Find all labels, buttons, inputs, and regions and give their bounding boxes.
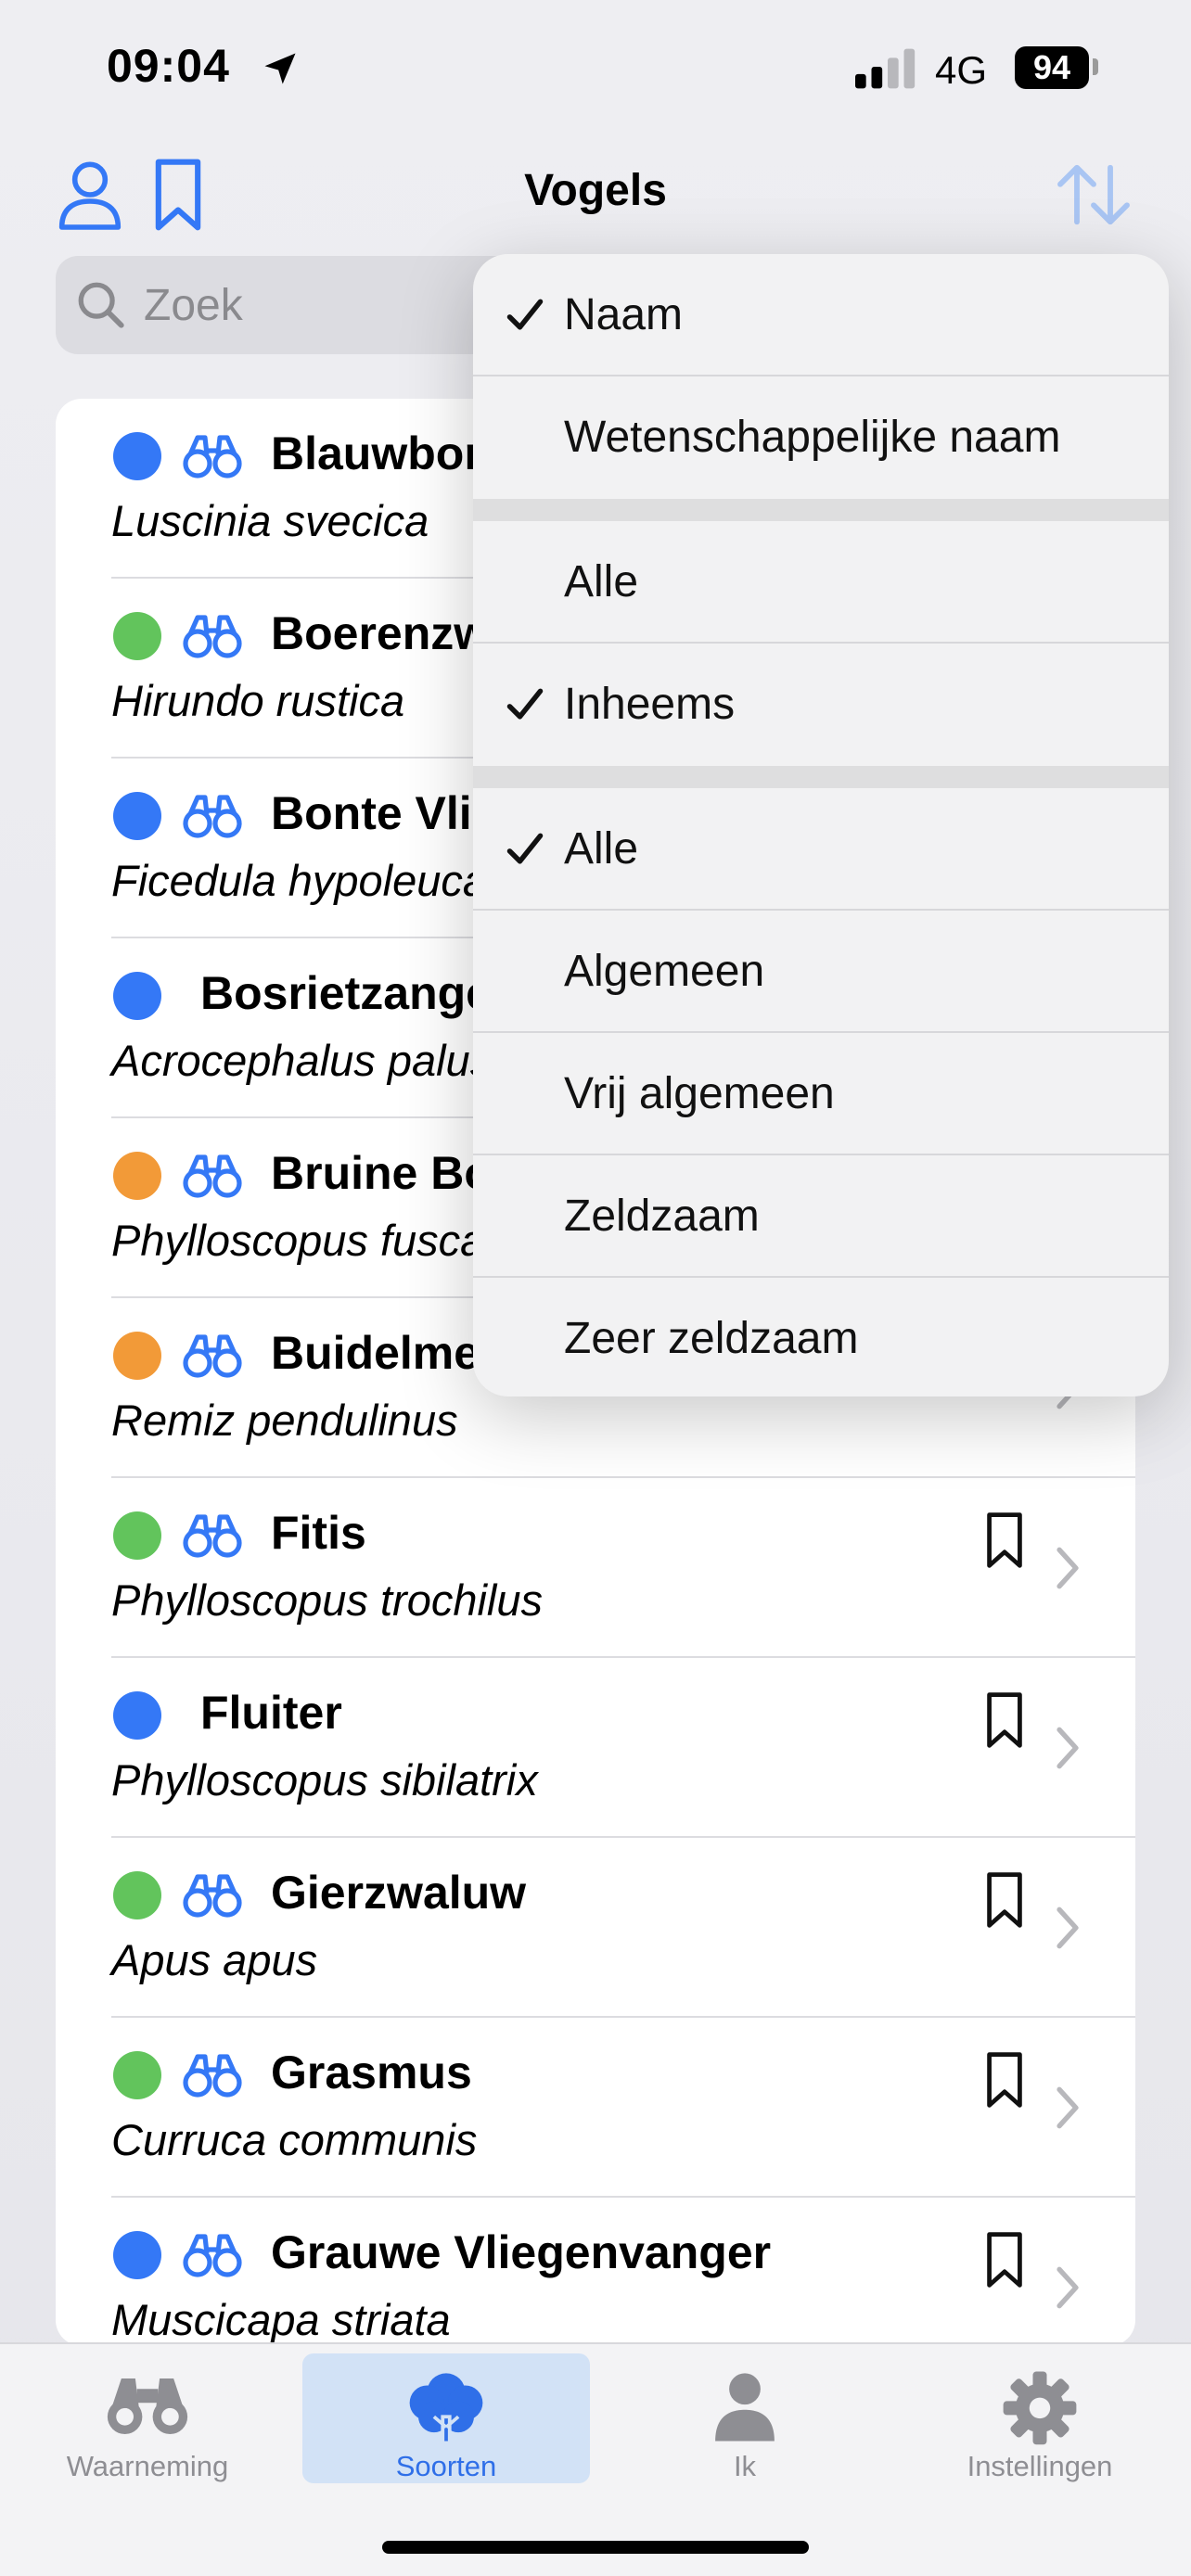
home-indicator (382, 2541, 809, 2554)
menu-item-label: Zeer zeldzaam (564, 1314, 859, 1363)
tab-ik[interactable]: Ik (601, 2353, 889, 2483)
menu-item-origin[interactable]: Inheems (473, 644, 1169, 766)
menu-item-label: Algemeen (564, 947, 765, 996)
menu-item-sort[interactable]: Wetenschappelijke naam (473, 376, 1169, 499)
tab-label: Waarneming (66, 2450, 229, 2482)
tab-label: Soorten (395, 2450, 497, 2482)
menu-section-gap (473, 766, 1169, 788)
menu-item-rarity[interactable]: Vrij algemeen (473, 1033, 1169, 1155)
menu-item-label: Alle (564, 557, 639, 606)
tab-label: Instellingen (967, 2450, 1113, 2482)
person-icon (715, 2373, 775, 2442)
menu-item-label: Naam (564, 290, 684, 339)
menu-item-rarity[interactable]: Zeldzaam (473, 1155, 1169, 1278)
menu-section-gap (473, 499, 1169, 521)
menu-item-label: Alle (564, 824, 639, 874)
binoculars-icon (107, 2378, 188, 2434)
checkmark-icon (506, 833, 544, 864)
menu-item-label: Inheems (564, 680, 736, 729)
tree-icon (409, 2373, 483, 2445)
menu-item-label: Wetenschappelijke naam (564, 413, 1061, 462)
tab-instellingen[interactable]: Instellingen (896, 2353, 1184, 2483)
checkmark-icon (506, 299, 544, 330)
menu-item-label: Zeldzaam (564, 1192, 760, 1241)
menu-item-rarity[interactable]: Algemeen (473, 911, 1169, 1033)
tab-waarneming[interactable]: Waarneming (4, 2353, 291, 2483)
menu-item-label: Vrij algemeen (564, 1069, 835, 1118)
app-screen: 09:04 4G 94 Vogels Zoek Blauwborst Lusci… (0, 0, 1191, 2576)
gear-icon (1003, 2371, 1077, 2445)
sort-filter-menu: Naam Wetenschappelijke naam Alle Inheems All… (473, 254, 1169, 1396)
menu-item-rarity[interactable]: Alle (473, 788, 1169, 911)
menu-item-rarity[interactable]: Zeer zeldzaam (473, 1278, 1169, 1396)
menu-item-origin[interactable]: Alle (473, 521, 1169, 644)
tab-label: Ik (733, 2450, 757, 2482)
checkmark-icon (506, 688, 544, 720)
tab-soorten[interactable]: Soorten (302, 2353, 590, 2483)
menu-item-sort[interactable]: Naam (473, 254, 1169, 376)
